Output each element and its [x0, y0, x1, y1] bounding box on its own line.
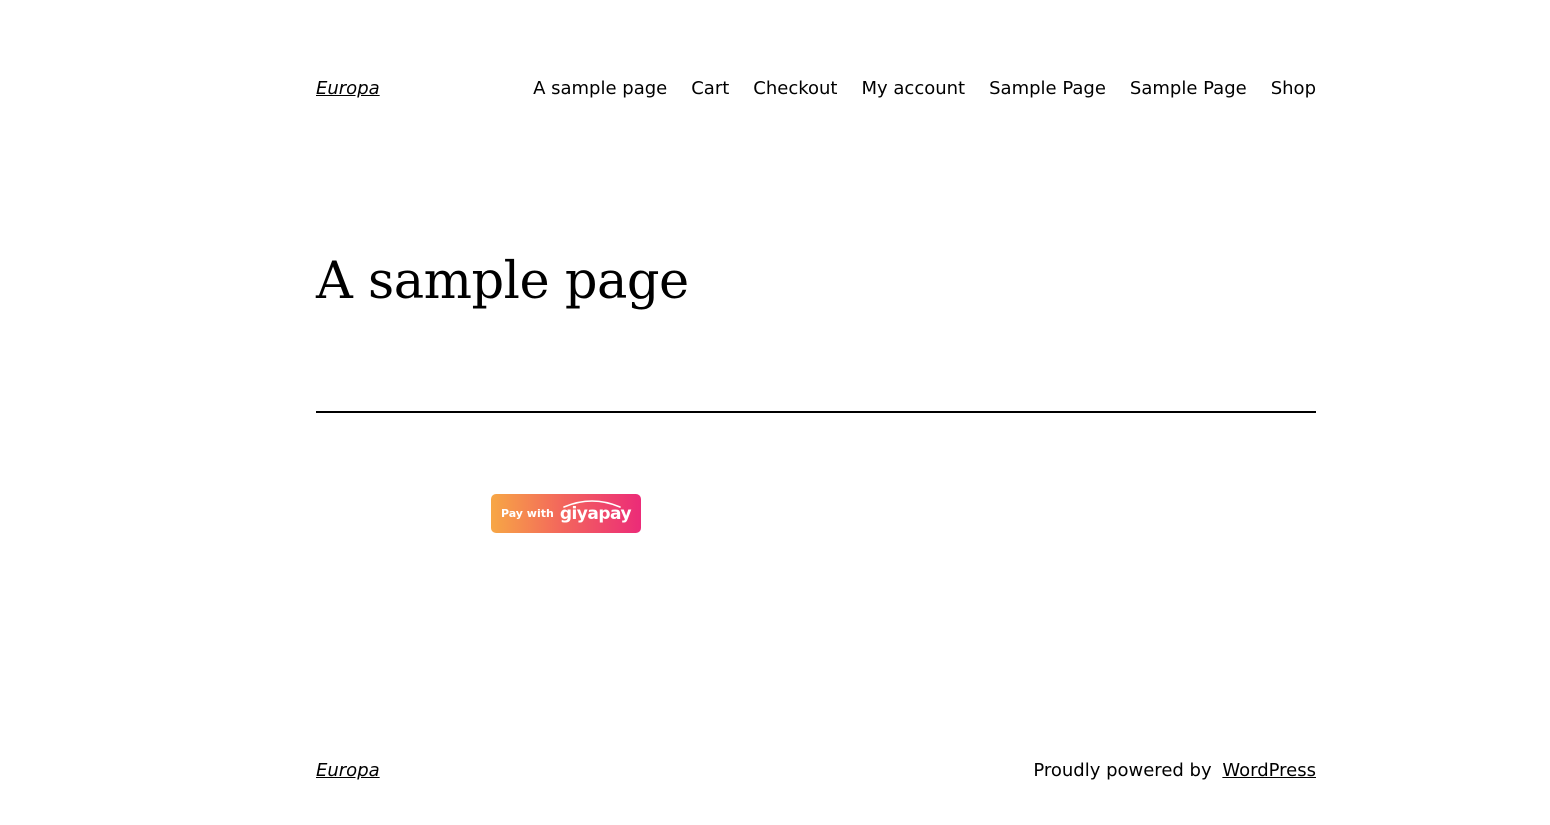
- nav-item-sample-page-1[interactable]: Sample Page: [989, 78, 1106, 99]
- footer-credit: Proudly powered by WordPress: [1033, 760, 1316, 781]
- nav-item-a-sample-page[interactable]: A sample page: [533, 78, 667, 99]
- nav-item-shop[interactable]: Shop: [1271, 78, 1316, 99]
- footer-site-title-link[interactable]: Europa: [316, 760, 380, 781]
- page: Europa A sample page Cart Checkout My ac…: [0, 0, 1550, 825]
- page-title: A sample page: [316, 252, 689, 311]
- pay-button-prefix: Pay with: [500, 507, 554, 520]
- primary-navigation: A sample page Cart Checkout My account S…: [533, 78, 1316, 99]
- content-separator: [316, 411, 1316, 413]
- giyapay-logo: giyapay: [560, 499, 632, 524]
- wordpress-link[interactable]: WordPress: [1222, 760, 1316, 781]
- nav-item-sample-page-2[interactable]: Sample Page: [1130, 78, 1247, 99]
- nav-item-checkout[interactable]: Checkout: [753, 78, 837, 99]
- pay-with-giyapay-button[interactable]: Pay with giyapay: [491, 494, 641, 533]
- site-title-link[interactable]: Europa: [316, 78, 380, 99]
- footer-credit-text: Proudly powered by: [1033, 760, 1212, 781]
- nav-item-my-account[interactable]: My account: [862, 78, 966, 99]
- giyapay-logo-arc-icon: [563, 499, 621, 508]
- nav-item-cart[interactable]: Cart: [691, 78, 729, 99]
